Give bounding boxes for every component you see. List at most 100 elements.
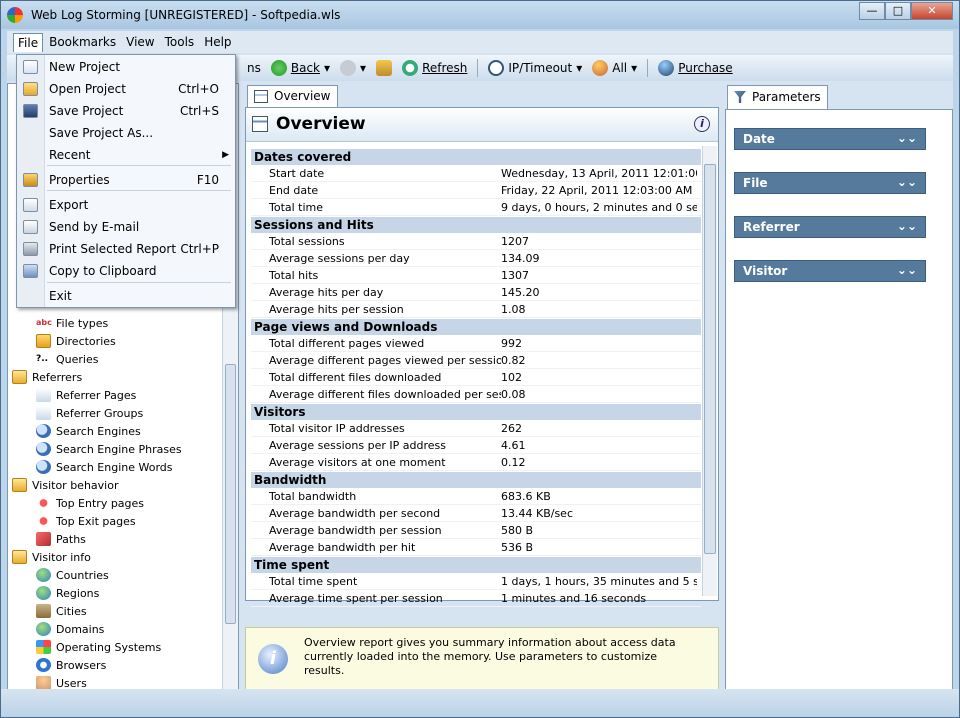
menu-help[interactable]: Help [200,33,235,51]
city-icon [36,604,51,618]
section-header: Time spent [251,557,701,573]
tree-item-label: Search Engine Words [56,460,173,474]
tree-item-referrers[interactable]: Referrers [12,368,222,386]
tree-item-visitor-behavior[interactable]: Visitor behavior [12,476,222,494]
tree-item-queries[interactable]: ?.. Queries [12,350,222,368]
tree-item-top-entry-pages[interactable]: Top Entry pages [12,494,222,512]
stat-label: Total time spent [269,575,358,588]
purchase-button[interactable]: Purchase [658,60,733,76]
tree-item-label: File types [56,316,109,330]
menu-item-exit[interactable]: Exit [17,285,235,307]
menu-item-properties[interactable]: Properties F10 [17,169,235,191]
app-logo-icon [7,7,23,23]
menu-item-label: Print Selected Report [49,242,177,256]
overview-header: Overview i [246,108,718,142]
stat-row: Average visitors at one moment 0.12 [251,454,701,471]
stat-label: Average different pages viewed per sessi… [269,354,501,367]
tree-scroll-thumb[interactable] [225,364,236,624]
toolbar-partial-label: ns [247,61,261,75]
menu-item-copy-to-clipboard[interactable]: Copy to Clipboard [17,260,235,282]
tree-item-directories[interactable]: Directories [12,332,222,350]
tree-item-paths[interactable]: Paths [12,530,222,548]
tree-item-countries[interactable]: Countries [12,566,222,584]
tree-item-label: Directories [56,334,116,348]
tree-item-label: Domains [56,622,105,636]
stat-value: 1.08 [501,303,526,316]
stat-value: 1307 [501,269,529,282]
stat-row: End date Friday, 22 April, 2011 12:03:00 … [251,182,701,199]
tab-overview[interactable]: Overview [247,85,338,107]
tree-item-file-types[interactable]: abc File types [12,314,222,332]
menu-item-new-project[interactable]: New Project [17,56,235,78]
report-icon [254,90,268,103]
stat-row: Average different pages viewed per sessi… [251,352,701,369]
stat-value: 0.82 [501,354,526,367]
tree-item-referrer-pages[interactable]: Referrer Pages [12,386,222,404]
refresh-button[interactable]: Refresh [402,60,467,76]
windows-icon [36,640,51,654]
minimize-button[interactable]: — [859,2,885,20]
back-button[interactable]: Back ▾ [270,60,330,76]
menu-item-export[interactable]: Export [17,194,235,216]
tree-item-search-engine-phrases[interactable]: Search Engine Phrases [12,440,222,458]
tree-item-top-exit-pages[interactable]: Top Exit pages [12,512,222,530]
stat-label: Average different files downloaded per s… [269,388,501,401]
stat-row: Average time spent per session 1 minutes … [251,590,701,607]
tree-item-cities[interactable]: Cities [12,602,222,620]
menu-bar: File Bookmarks View Tools Help [7,31,953,53]
magnifier-icon [36,424,51,438]
menu-view[interactable]: View [122,33,158,51]
tab-parameters[interactable]: Parameters [727,85,828,109]
ip-timeout-button[interactable]: IP/Timeout ▾ [488,60,582,76]
param-referrer[interactable]: Referrer ⌄⌄ [734,216,926,238]
menu-item-recent[interactable]: Recent ▶ [17,144,235,166]
folder-open-icon [12,478,27,492]
menu-file[interactable]: File [13,32,44,52]
menu-item-open-project[interactable]: Open Project Ctrl+O [17,78,235,100]
tree-item-label: Users [56,676,87,690]
properties-icon [23,173,38,187]
stat-label: Average sessions per IP address [269,439,446,452]
users-icon [592,60,609,76]
report-scroll-thumb[interactable] [704,164,716,554]
section-header: Dates covered [251,149,701,165]
info-icon[interactable]: i [694,116,710,132]
stat-label: Average bandwidth per second [269,507,441,520]
tree-item-search-engine-words[interactable]: Search Engine Words [12,458,222,476]
status-bar [1,689,959,717]
menu-item-shortcut: Ctrl+P [180,242,219,256]
param-file[interactable]: File ⌄⌄ [734,172,926,194]
menu-item-label: Save Project As... [49,126,154,140]
tree-item-visitor-info[interactable]: Visitor info [12,548,222,566]
tree-item-regions[interactable]: Regions [12,584,222,602]
param-date[interactable]: Date ⌄⌄ [734,128,926,150]
tree-item-referrer-groups[interactable]: Referrer Groups [12,404,222,422]
tree-item-label: Operating Systems [56,640,162,654]
menu-tools[interactable]: Tools [161,33,199,51]
magnifier-icon [36,442,51,456]
close-button[interactable]: ✕ [911,2,953,20]
menu-item-send-by-e-mail[interactable]: Send by E-mail [17,216,235,238]
tree-item-browsers[interactable]: Browsers [12,656,222,674]
menu-item-print-selected-report[interactable]: Print Selected Report Ctrl+P [17,238,235,260]
tree-item-label: Search Engine Phrases [56,442,182,456]
maximize-button[interactable]: □ [885,2,911,20]
report-scrollbar[interactable] [702,146,717,596]
param-visitor[interactable]: Visitor ⌄⌄ [734,260,926,282]
all-filter-button[interactable]: All ▾ [592,60,637,76]
tree-item-search-engines[interactable]: Search Engines [12,422,222,440]
menu-bookmarks[interactable]: Bookmarks [45,33,120,51]
stat-label: Average time spent per session [269,592,443,605]
globe-icon [36,568,51,582]
tree-item-operating-systems[interactable]: Operating Systems [12,638,222,656]
menu-item-save-project[interactable]: Save Project Ctrl+S [17,100,235,122]
chevron-down-icon: ⌄⌄ [896,263,917,277]
stat-value: 536 B [501,541,534,554]
menu-item-save-project-as[interactable]: Save Project As... [17,122,235,144]
forward-arrow-icon [340,60,357,76]
home-button[interactable] [376,60,393,76]
forward-button[interactable]: ▾ [340,60,366,76]
menu-item-label: Properties [49,173,110,187]
tree-item-domains[interactable]: Domains [12,620,222,638]
window-controls: — □ ✕ [859,2,953,20]
